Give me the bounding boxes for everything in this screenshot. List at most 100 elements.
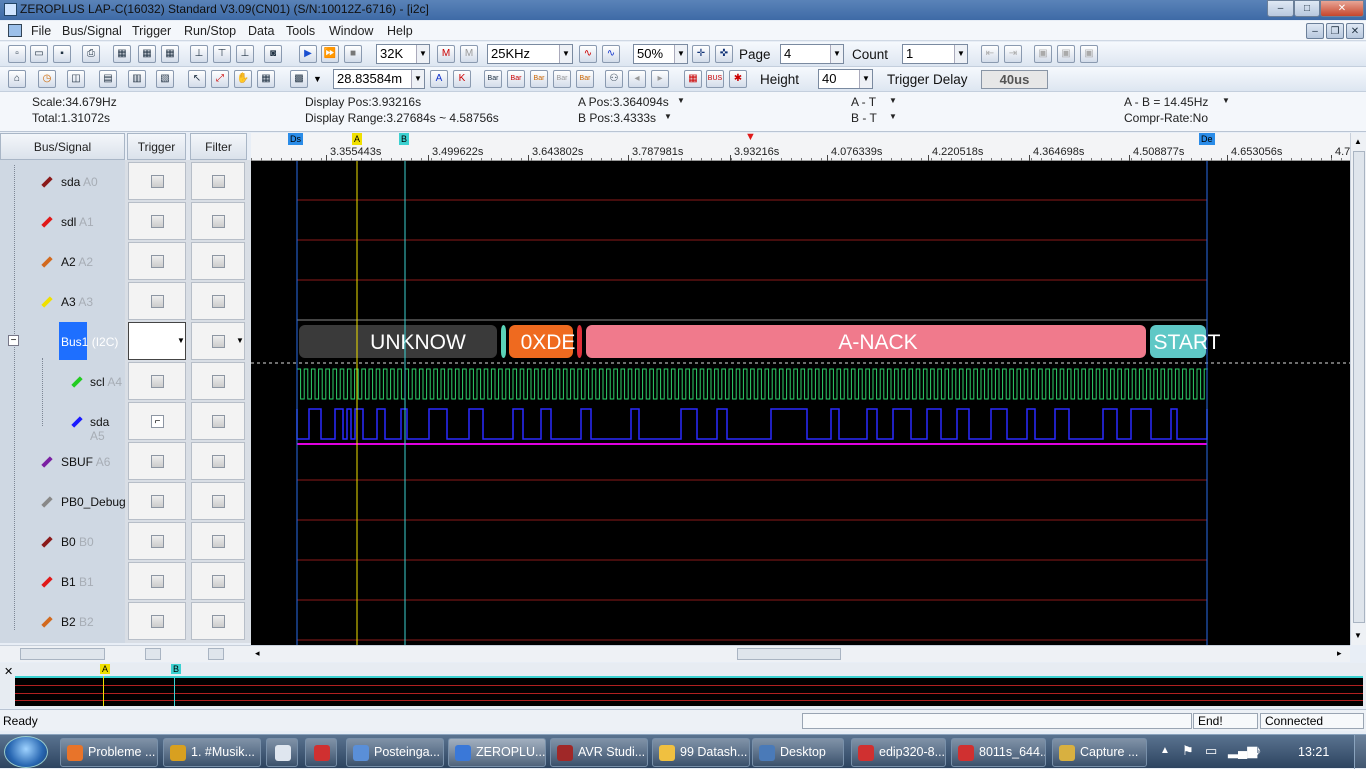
open-folder-icon[interactable]: ▭ (30, 45, 48, 63)
filter-cell[interactable] (191, 162, 245, 200)
dont-care-icon[interactable] (212, 535, 225, 548)
dont-care-icon[interactable] (151, 575, 164, 588)
export-3-icon[interactable]: ▣ (1080, 45, 1098, 63)
taskbar-button[interactable]: Posteinga... (346, 738, 444, 767)
tray-up-arrow-icon[interactable]: ▲ (1160, 745, 1170, 756)
trigger-cell[interactable] (128, 602, 186, 640)
goto-b-icon[interactable]: K (453, 70, 471, 88)
page-nav-next-icon[interactable]: ⇥ (1004, 45, 1022, 63)
add-bar-icon[interactable]: Bar (576, 70, 594, 88)
signal-color-icon[interactable] (41, 216, 53, 228)
hand-icon[interactable]: ✋ (234, 70, 252, 88)
trigger-fall-icon[interactable]: ⊤ (213, 45, 231, 63)
filter-cell[interactable] (191, 242, 245, 280)
signal-row[interactable]: sda A0 (0, 162, 125, 202)
taskbar-button[interactable] (305, 738, 337, 767)
scroll-up-icon[interactable]: ▲ (1354, 137, 1362, 146)
bar-icon[interactable]: Bar (484, 70, 502, 88)
show-desktop-button[interactable] (1354, 735, 1366, 769)
mdi-minimize-button[interactable]: ‒ (1306, 23, 1324, 39)
clock-wave-blue-icon[interactable]: ∿ (602, 45, 620, 63)
export-icon[interactable]: ▣ (1034, 45, 1052, 63)
trigger-cell[interactable] (128, 162, 186, 200)
trigger-cell[interactable] (128, 482, 186, 520)
count-select[interactable]: 1 ▼ (902, 44, 968, 64)
signal-color-icon[interactable] (41, 256, 53, 268)
taskbar-button[interactable]: Desktop (752, 738, 844, 767)
dont-care-icon[interactable] (151, 295, 164, 308)
cursor-a-marker[interactable]: A (352, 133, 363, 145)
dont-care-icon[interactable] (151, 215, 164, 228)
signal-color-icon[interactable] (71, 376, 83, 388)
minimize-button[interactable]: ‒ (1267, 0, 1294, 17)
signal-color-icon[interactable] (41, 616, 53, 628)
tray-monitor-icon[interactable]: ▭ (1205, 743, 1217, 759)
signal-panel-scrollbar[interactable] (0, 645, 125, 662)
dont-care-icon[interactable] (212, 215, 225, 228)
dont-care-icon[interactable] (212, 255, 225, 268)
chevron-down-icon[interactable]: ▼ (889, 96, 897, 105)
page-select[interactable]: 4 ▼ (780, 44, 844, 64)
bus-icon[interactable]: BUS (706, 70, 724, 88)
memory-select[interactable]: 32K ▼ (376, 44, 430, 64)
binoculars-icon[interactable]: ⚇ (605, 70, 623, 88)
goto-a-icon[interactable]: A (430, 70, 448, 88)
camera-icon[interactable]: ◙ (264, 45, 282, 63)
dont-care-icon[interactable] (212, 415, 225, 428)
filter-cell[interactable] (191, 522, 245, 560)
chevron-down-icon[interactable]: ▼ (677, 96, 685, 105)
horizontal-scrollbar[interactable]: ◂ ▸ (251, 645, 1350, 662)
zoom-select[interactable]: 50% ▼ (633, 44, 688, 64)
scroll-thumb[interactable] (20, 648, 105, 660)
scroll-right-icon[interactable]: ▸ (1337, 648, 1342, 659)
ds-marker[interactable]: Ds (288, 133, 303, 145)
pointer-icon[interactable]: ↖ (188, 70, 206, 88)
page-nav-icon[interactable]: ⇤ (981, 45, 999, 63)
menu-data[interactable]: Data (248, 24, 274, 38)
collapse-icon[interactable]: − (8, 335, 19, 346)
waveform-canvas[interactable]: UNKNOW 0XDE A-NACK START (251, 161, 1350, 645)
bar-b-icon[interactable]: Bar (530, 70, 548, 88)
height-select[interactable]: 40 ▼ (818, 69, 873, 89)
close-overview-icon[interactable]: ✕ (4, 665, 13, 678)
overview-canvas[interactable] (15, 676, 1363, 706)
overview-window[interactable] (15, 676, 1363, 678)
overview-strip[interactable]: ✕ A B (0, 663, 1366, 708)
grid-icon[interactable]: ▦ (257, 70, 275, 88)
mdi-close-button[interactable]: ✕ (1346, 23, 1364, 39)
signal-row[interactable]: B1 B1 (0, 562, 125, 602)
taskbar-button[interactable]: edip320-8.... (851, 738, 946, 767)
trigger-cell[interactable] (128, 282, 186, 320)
taskbar-button[interactable]: 1. #Musik... (163, 738, 261, 767)
dont-care-icon[interactable] (212, 615, 225, 628)
menu-window[interactable]: Window (329, 24, 373, 38)
dont-care-icon[interactable] (151, 535, 164, 548)
trigger-cell[interactable]: ▼ (128, 322, 186, 360)
trigger-panel-scrollbar[interactable] (125, 645, 188, 662)
chevron-down-icon[interactable]: ▼ (177, 336, 185, 345)
chevron-down-icon[interactable]: ▼ (889, 112, 897, 121)
dont-care-icon[interactable] (212, 335, 225, 348)
export-2-icon[interactable]: ▣ (1057, 45, 1075, 63)
scroll-thumb[interactable] (145, 648, 161, 660)
zoom-out-icon[interactable]: ✜ (715, 45, 733, 63)
chevron-down-icon[interactable]: ▼ (236, 336, 244, 345)
a-t-info[interactable]: A - T (851, 95, 876, 109)
signal-row[interactable]: − Bus1 (I2C) (0, 322, 125, 362)
position-select[interactable]: 28.83584m ▼ (333, 69, 425, 89)
stop-icon[interactable]: ■ (344, 45, 362, 63)
sample-mode-icon[interactable]: M (437, 45, 455, 63)
taskbar-button[interactable]: ZEROPLU... (448, 738, 546, 767)
filter-cell[interactable] (191, 402, 245, 440)
trigger-cell[interactable] (128, 242, 186, 280)
signal-row[interactable]: A3 A3 (0, 282, 125, 322)
signal-row[interactable]: SBUF A6 (0, 442, 125, 482)
de-marker[interactable]: De (1199, 133, 1215, 145)
run-icon[interactable]: ▶ (299, 45, 317, 63)
search-prev-icon[interactable]: ◂ (628, 70, 646, 88)
vertical-scrollbar[interactable]: ▲ ▼ (1350, 133, 1366, 645)
state-icon[interactable]: ▧ (156, 70, 174, 88)
tray-volume-icon[interactable]: ♪ (1255, 743, 1262, 758)
menu-tools[interactable]: Tools (286, 24, 315, 38)
trigger-delay-field[interactable]: 40us (981, 70, 1048, 89)
